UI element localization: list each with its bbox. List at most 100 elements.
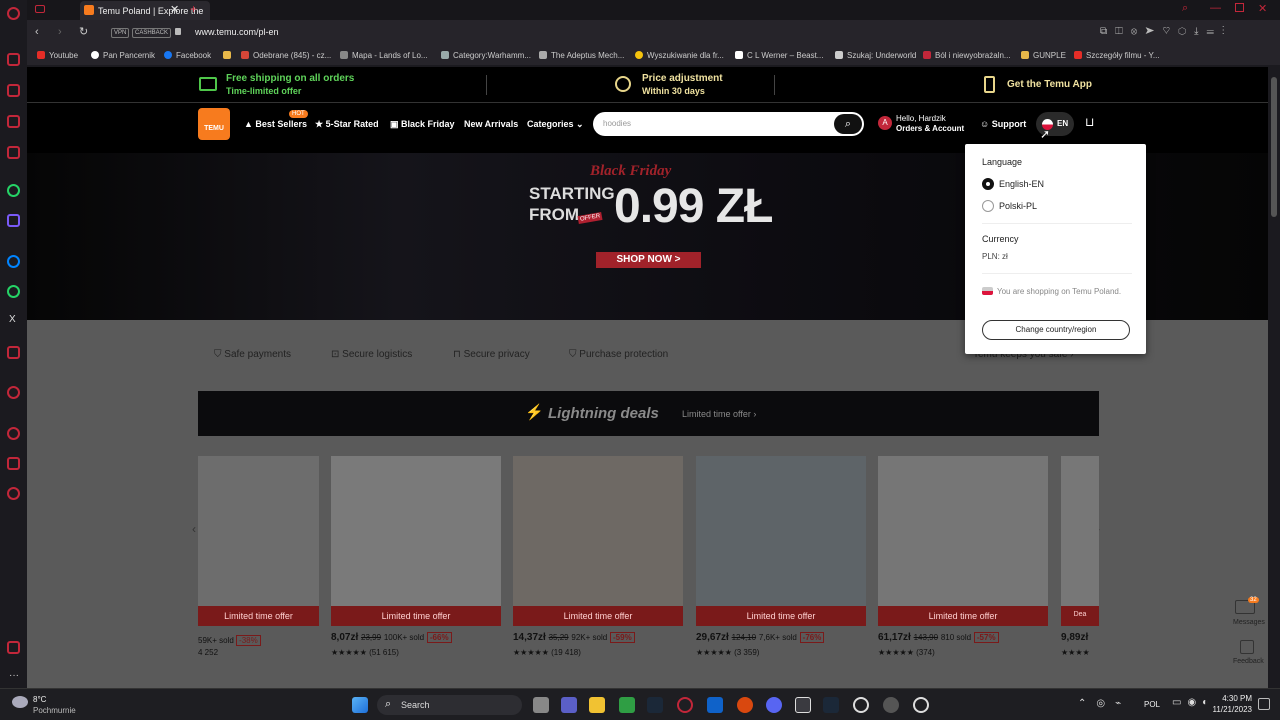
product-image[interactable] [198,456,319,626]
lightning-deals-banner[interactable]: ⚡ Lightning deals Limited time offer › [198,391,1099,436]
product-card[interactable]: Limited time offer 59K+ sold -38% 4 252 [198,456,319,666]
bookmark-item[interactable]: Category:Warhamm... [441,51,531,60]
product-image[interactable] [1061,456,1099,626]
clock-time[interactable]: 4:30 PM [1210,694,1252,703]
app-icon[interactable] [7,214,20,227]
secure-privacy[interactable]: ⊓ Secure privacy [453,349,530,360]
store-icon[interactable] [619,697,635,713]
x-icon[interactable]: X [9,314,16,325]
app-icon[interactable] [913,697,929,713]
messages-label[interactable]: Messages [1233,619,1265,626]
sidebar-icon[interactable] [7,146,20,159]
product-image[interactable] [878,456,1048,626]
settings-icon[interactable] [7,487,20,500]
task-view-icon[interactable] [533,697,549,713]
bookmark-item[interactable]: The Adeptus Mech... [539,51,624,60]
close-tab-icon[interactable]: ✕ [170,3,179,16]
clock-date[interactable]: 11/21/2023 [1200,705,1252,714]
page-scrollbar[interactable] [1268,67,1280,688]
sidebar-icon[interactable] [7,115,20,128]
history-icon[interactable] [7,427,20,440]
search-input[interactable]: hoodies ⌕ [593,112,864,136]
bookmark-item[interactable]: Wyszukiwanie dla fr... [635,51,724,60]
url-field[interactable]: www.temu.com/pl-en [195,27,279,37]
app-icon[interactable] [737,697,753,713]
bookmark-item[interactable]: Facebook [164,51,211,60]
product-image[interactable] [513,456,683,626]
radio-polish[interactable] [982,200,994,212]
sidebar-icon[interactable] [7,641,20,654]
get-app-link[interactable]: Get the Temu App [1007,79,1092,90]
option-polish[interactable]: Polski-PL [999,201,1037,211]
app-icon[interactable] [853,697,869,713]
sidebar-icon[interactable] [7,386,20,399]
file-explorer-icon[interactable] [589,697,605,713]
steam-icon[interactable] [823,697,839,713]
bookmark-item[interactable]: Ból i niewyobrażaln... [923,51,1011,60]
orders-account[interactable]: Orders & Account [896,124,964,133]
search-tabs-icon[interactable]: ⌕ [1182,2,1188,15]
bookmark-item[interactable]: Mapa - Lands of Lo... [340,51,428,60]
taskbar-search[interactable]: ⌕ Search [377,695,522,715]
start-icon[interactable] [352,697,368,713]
bookmark-item[interactable]: GUNPLE [1021,51,1066,60]
back-icon[interactable]: ‹ [35,26,39,38]
temu-logo[interactable]: TEMU [198,108,230,140]
more-icon[interactable]: ··· [9,670,19,681]
app-icon[interactable] [707,697,723,713]
product-card[interactable]: Limited time offer 61,17zł 143,90 810 so… [878,456,1048,666]
teams-icon[interactable] [561,697,577,713]
nav-five-star[interactable]: ★ 5-Star Rated [315,119,379,130]
bookmark-item[interactable]: Pan Pancernik [91,51,155,60]
purchase-protection[interactable]: ⛉ Purchase protection [569,349,668,360]
sidebar-icon[interactable] [7,346,20,359]
notifications-icon[interactable] [1258,698,1270,710]
feedback-label[interactable]: Feedback [1233,658,1264,665]
feedback-icon[interactable] [1240,640,1254,654]
app-icon[interactable] [883,697,899,713]
bookmark-item[interactable]: Youtube [37,51,78,60]
minimize-icon[interactable]: — [1210,2,1221,14]
discord-icon[interactable] [766,697,782,713]
new-tab-icon[interactable]: + [190,2,197,16]
carousel-prev-icon[interactable]: ‹ [192,522,196,536]
product-image[interactable] [331,456,501,626]
bookmark-item[interactable]: C L Werner – Beast... [735,51,823,60]
steam-icon[interactable] [647,697,663,713]
opera-logo-icon[interactable] [7,7,20,20]
bookmark-item[interactable]: Odebrane (845) - cz... [241,51,331,60]
currency-value[interactable]: PLN: zł [982,252,1008,261]
product-card[interactable]: Limited time offer 8,07zł 23,99 100K+ so… [331,456,501,666]
product-image[interactable] [696,456,866,626]
tray-icons[interactable]: ⌃◎⌁ [1078,698,1131,709]
avatar[interactable]: A [878,116,892,130]
maximize-icon[interactable] [1235,3,1244,12]
nav-best-sellers[interactable]: ▲ Best Sellers [244,119,307,129]
workspace-icon[interactable] [35,5,45,13]
weather-desc[interactable]: Pochmurnie [33,706,76,715]
sidebar-icon[interactable] [7,84,20,97]
messenger-icon[interactable] [7,255,20,268]
product-card[interactable]: Limited time offer 14,37zł 35,29 92K+ so… [513,456,683,666]
secure-logistics[interactable]: ⊡ Secure logistics [331,349,412,360]
cashback-badge[interactable]: CASHBACK [132,28,172,38]
vpn-badge[interactable]: VPN [111,28,130,38]
forward-icon[interactable]: › [58,26,62,38]
safe-payments[interactable]: ⛉ Safe payments [214,349,291,360]
cart-icon[interactable]: ⊔ [1085,115,1094,129]
opera-gx-icon[interactable] [677,697,693,713]
tray-language[interactable]: POL [1144,700,1160,709]
toolbar-icons[interactable]: ⧉◫⊗➤♡⬡⤓☰⋮ [1100,26,1233,37]
nav-new-arrivals[interactable]: New Arrivals [464,119,518,129]
lightning-subtitle[interactable]: Limited time offer › [682,409,756,419]
bookmark-item[interactable]: Szukaj: Underworld [835,51,916,60]
close-window-icon[interactable]: ✕ [1258,2,1267,15]
weather-temp[interactable]: 8°C [33,695,46,704]
reload-icon[interactable]: ↻ [79,25,88,38]
box-icon[interactable] [7,457,20,470]
nav-black-friday[interactable]: ▣ Black Friday [390,119,455,130]
whatsapp-icon[interactable] [7,184,20,197]
hello-text[interactable]: Hello, Hardzik [896,114,946,123]
nav-categories[interactable]: Categories ⌄ [527,119,584,130]
bookmark-item[interactable]: Szczegóły filmu - Y... [1074,51,1160,60]
